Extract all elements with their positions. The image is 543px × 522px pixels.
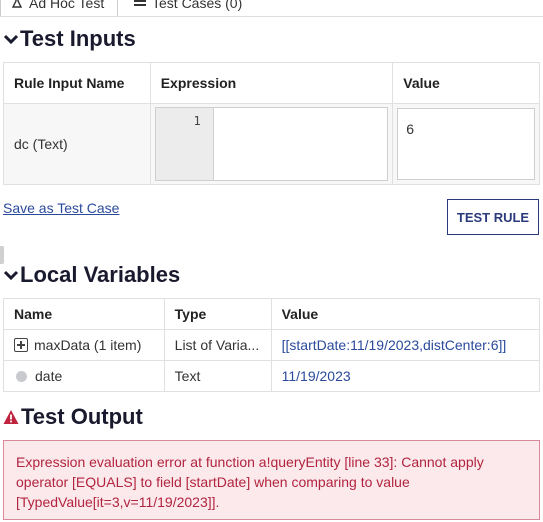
table-row: dc (Text) 1 6 [3,103,540,185]
column-header: Value [392,62,540,104]
tab-bar: Ad Hoc Test Test Cases (0) [0,0,543,17]
expand-icon[interactable] [14,338,28,352]
column-header: Expression [149,62,394,104]
local-variables-table: Name Type Value maxData (1 item) List of… [3,298,541,392]
section-title: Test Inputs [20,26,136,51]
column-header: Type [163,298,272,330]
warning-icon [3,410,19,424]
variable-type: List of Varia... [163,329,272,361]
test-inputs-table: Rule Input Name Expression Value dc (Tex… [3,62,540,185]
flask-icon [11,0,23,12]
value-input[interactable]: 6 [397,108,535,180]
section-title: Local Variables [20,262,181,287]
chevron-down-icon [3,34,19,45]
value-cell: 6 [392,103,540,185]
variable-value[interactable]: [[startDate:11/19/2023,distCenter:6]] [270,329,541,361]
list-icon [134,0,146,8]
variable-type: Text [163,360,272,392]
tab-ad-hoc-test[interactable]: Ad Hoc Test [0,0,118,16]
tab-label: Ad Hoc Test [29,0,105,11]
line-number: 1 [155,108,214,180]
variable-name-cell[interactable]: maxData (1 item) [3,329,165,361]
save-as-test-case-link[interactable]: Save as Test Case [3,200,119,216]
column-header: Value [270,298,541,330]
column-header: Rule Input Name [3,62,151,104]
tab-test-cases[interactable]: Test Cases (0) [124,0,252,16]
test-rule-button[interactable]: TEST RULE [447,199,539,235]
variable-name: maxData (1 item) [34,337,142,353]
tab-label: Test Cases (0) [152,0,243,11]
rule-input-name: dc (Text) [3,103,151,185]
error-message: Expression evaluation error at function … [3,440,540,520]
table-row: date Text 11/19/2023 [3,360,541,392]
expression-cell: 1 [149,103,394,185]
table-row: maxData (1 item) List of Varia... [[star… [3,329,541,361]
chevron-down-icon [3,270,19,281]
test-output-header: Test Output [2,404,143,430]
test-inputs-header[interactable]: Test Inputs [2,26,136,52]
dot-icon [16,371,27,382]
variable-name: date [35,368,63,384]
variable-value[interactable]: 11/19/2023 [270,360,541,392]
column-header: Name [3,298,165,330]
local-variables-header[interactable]: Local Variables [2,262,180,288]
section-title: Test Output [21,404,143,429]
expression-input[interactable] [214,108,388,180]
expression-editor[interactable]: 1 [154,107,389,181]
variable-name-cell: date [3,360,165,392]
